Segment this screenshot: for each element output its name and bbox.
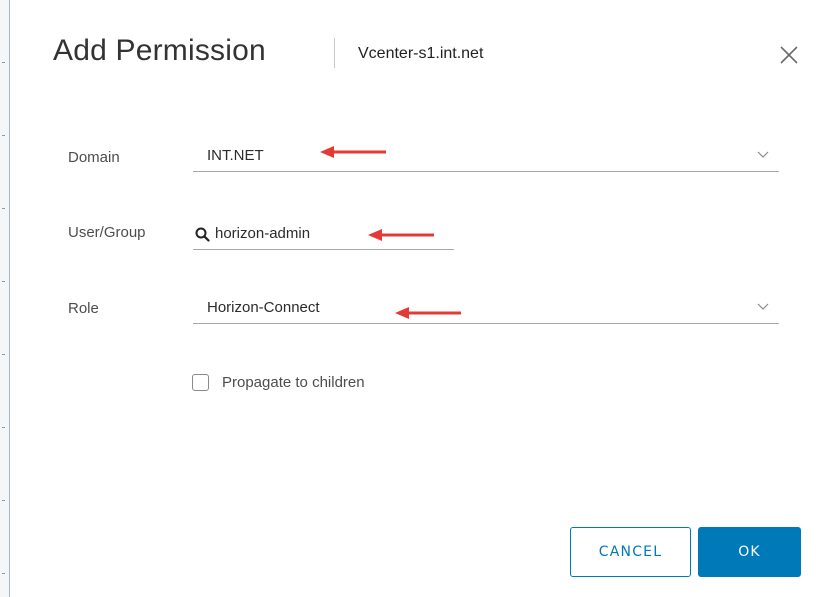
search-icon <box>195 227 210 242</box>
dialog-title: Add Permission <box>53 34 266 67</box>
chevron-down-icon <box>757 303 769 310</box>
title-divider <box>334 38 335 68</box>
domain-select[interactable]: INT.NET <box>193 143 779 172</box>
propagate-to-children-checkbox[interactable] <box>192 374 209 391</box>
cancel-button[interactable]: CANCEL <box>570 527 691 577</box>
window-left-edge <box>0 0 10 597</box>
annotation-arrow-role <box>395 307 461 319</box>
annotation-arrow-domain <box>320 146 386 158</box>
user-group-label: User/Group <box>68 224 146 241</box>
role-select[interactable]: Horizon-Connect <box>193 295 779 324</box>
add-permission-dialog: Add Permission Vcenter-s1.int.net Domain… <box>10 0 816 597</box>
role-label: Role <box>68 300 99 317</box>
chevron-down-icon <box>757 151 769 158</box>
domain-value: INT.NET <box>207 147 264 164</box>
user-group-value: horizon-admin <box>215 225 311 242</box>
role-value: Horizon-Connect <box>207 299 320 316</box>
dialog-subtitle: Vcenter-s1.int.net <box>358 45 484 62</box>
ok-button[interactable]: OK <box>698 527 801 577</box>
domain-label: Domain <box>68 149 120 166</box>
propagate-to-children-label[interactable]: Propagate to children <box>222 374 365 391</box>
close-icon[interactable] <box>776 42 802 68</box>
annotation-arrow-user-group <box>368 229 434 241</box>
